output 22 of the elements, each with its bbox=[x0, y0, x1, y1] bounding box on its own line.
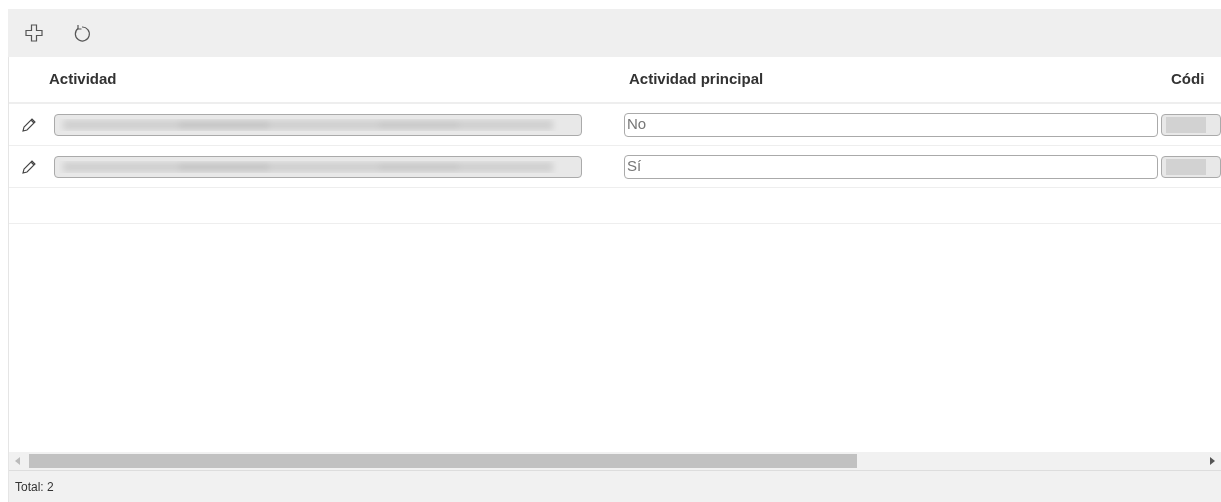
column-header: Códi bbox=[1171, 69, 1205, 90]
scrollbar-thumb[interactable] bbox=[29, 454, 857, 468]
pencil-icon bbox=[20, 158, 37, 175]
input-field[interactable] bbox=[53, 113, 582, 136]
refresh-icon bbox=[72, 23, 92, 43]
pencil-icon bbox=[20, 116, 37, 133]
input-field[interactable]: No bbox=[623, 112, 1158, 137]
edit-button[interactable] bbox=[20, 158, 37, 175]
input-field[interactable] bbox=[1161, 155, 1221, 178]
input-field[interactable] bbox=[53, 155, 582, 178]
blurred-content-drawing bbox=[1166, 116, 1207, 133]
input-field[interactable]: Sí bbox=[623, 154, 1158, 179]
right-arrow-icon bbox=[1209, 457, 1215, 465]
column-header: Actividad principal bbox=[629, 69, 765, 90]
edit-button[interactable] bbox=[20, 116, 37, 133]
column-header: Actividad bbox=[49, 69, 118, 90]
horizontal-scrollbar[interactable] bbox=[9, 452, 1221, 470]
plus-icon bbox=[24, 23, 44, 43]
input-field[interactable] bbox=[1161, 113, 1221, 136]
blurred-content-drawing bbox=[1166, 158, 1207, 175]
left-arrow-icon bbox=[15, 457, 21, 465]
total-count: Total: 2 bbox=[15, 478, 54, 496]
